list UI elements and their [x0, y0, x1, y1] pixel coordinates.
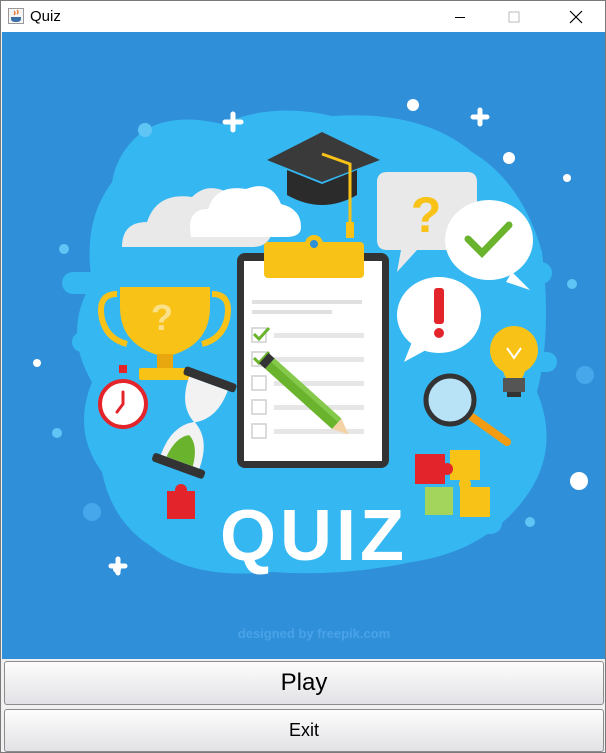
- exit-button[interactable]: Exit: [4, 709, 604, 752]
- svg-text:?: ?: [411, 187, 442, 243]
- close-icon: [569, 10, 583, 23]
- quiz-window: Quiz ? ? QUIZ designed by freepik.com Pl…: [0, 0, 606, 753]
- java-app-icon: [8, 8, 24, 24]
- minimize-button[interactable]: [437, 1, 483, 32]
- maximize-button[interactable]: [491, 1, 537, 32]
- quiz-artwork: ? ? QUIZ designed by freepik.com: [33, 99, 594, 641]
- quiz-heading: QUIZ: [220, 496, 408, 576]
- clipboard-icon: [237, 235, 389, 468]
- quiz-illustration: ? ? QUIZ designed by freepik.com: [2, 32, 605, 659]
- window-title: Quiz: [30, 8, 61, 25]
- minimize-icon: [455, 16, 465, 18]
- credit-text: designed by freepik.com: [238, 626, 390, 641]
- close-button[interactable]: [553, 1, 599, 32]
- svg-text:?: ?: [151, 297, 173, 338]
- title-bar: Quiz: [1, 1, 605, 32]
- play-button[interactable]: Play: [4, 661, 604, 705]
- maximize-icon: [508, 11, 520, 22]
